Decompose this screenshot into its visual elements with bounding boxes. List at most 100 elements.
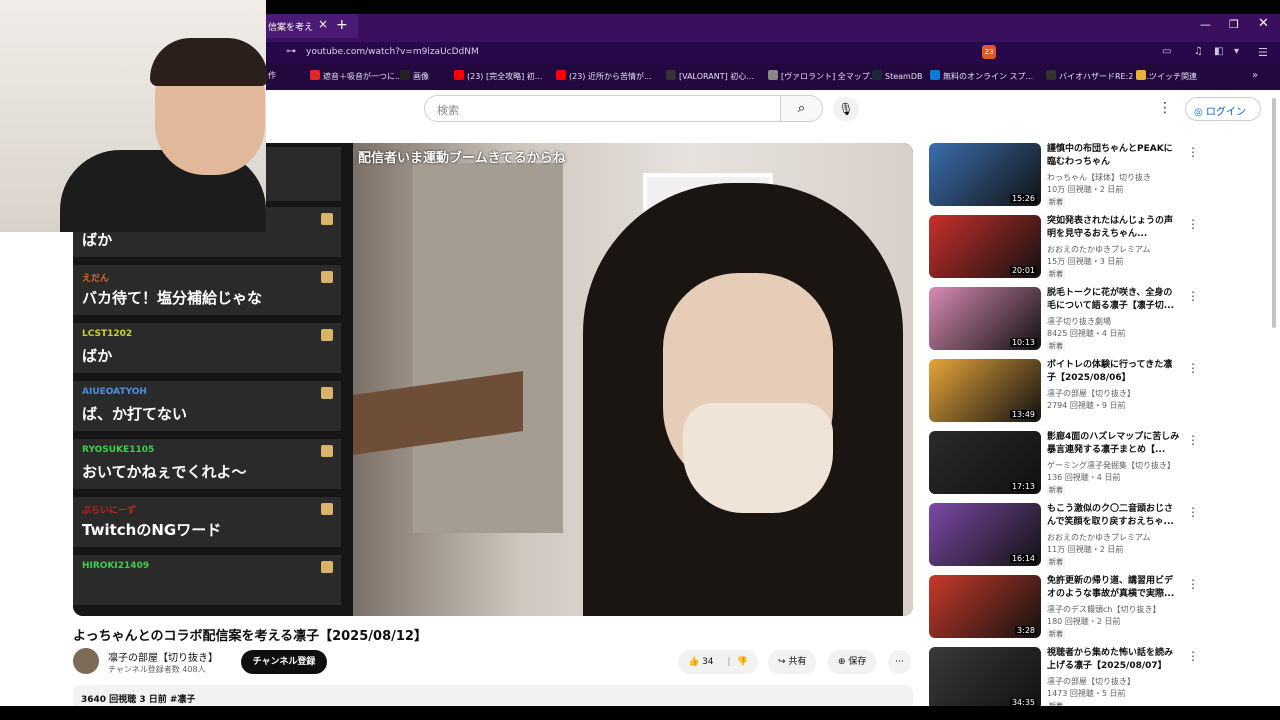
- search-button[interactable]: ⌕: [781, 95, 823, 122]
- video-channel: おおえのたかゆきプレミアム: [1047, 245, 1151, 254]
- recommended-video[interactable]: 20:01 突如発表されたはんじょうの声明を見守るおえちゃん... おおえのたかゆき…: [929, 215, 1274, 281]
- close-window-icon[interactable]: ✕: [1258, 16, 1269, 31]
- bookmark-item[interactable]: ツイッチ関連: [1136, 70, 1197, 82]
- video-thumbnail[interactable]: 20:01: [929, 215, 1041, 278]
- screen: { "browser": { "tab_title": "信案を考え", "ur…: [0, 0, 1280, 720]
- video-menu-icon[interactable]: ⋮: [1187, 361, 1199, 375]
- dislike-icon[interactable]: 👎: [737, 657, 748, 667]
- bookmark-cut[interactable]: 作: [268, 70, 276, 81]
- media-icon[interactable]: ♫: [1194, 46, 1203, 57]
- video-duration: 15:26: [1009, 194, 1037, 203]
- video-title-link[interactable]: 突如発表されたはんじょうの声明を見守るおえちゃん...: [1047, 215, 1181, 241]
- settings-kebab-icon[interactable]: ⋮: [1158, 100, 1172, 116]
- search-input[interactable]: 検索: [424, 95, 781, 122]
- chat-username: RYOSUKE1105: [82, 445, 155, 455]
- video-menu-icon[interactable]: ⋮: [1187, 217, 1199, 231]
- menu-icon[interactable]: ☰: [1258, 46, 1268, 59]
- chat-message: ぶらいにーず TwitchのNGワード: [73, 497, 341, 549]
- video-menu-icon[interactable]: ⋮: [1187, 145, 1199, 159]
- bookmark-item[interactable]: [VALORANT] 初心...: [666, 70, 754, 82]
- close-tab-icon[interactable]: ×: [318, 17, 328, 31]
- brave-shield-icon[interactable]: 23: [982, 45, 996, 59]
- bookmark-item[interactable]: 画像: [400, 70, 429, 82]
- chat-message: RYOSUKE1105 おいてかねぇでくれよ〜: [73, 439, 341, 491]
- bookmark-label: ツイッチ関連: [1149, 72, 1197, 81]
- new-tab-button[interactable]: +: [336, 17, 348, 33]
- share-button[interactable]: ↪ 共有: [768, 650, 817, 674]
- chat-text: ばか: [82, 231, 113, 249]
- video-title-link[interactable]: 免許更新の帰り道、講習用ビデオのような事故が真横で実際...: [1047, 575, 1181, 601]
- webcam-hair: [150, 38, 268, 86]
- scene-mask: [683, 403, 833, 513]
- scrollbar[interactable]: [1270, 92, 1278, 706]
- bookmark-label: 無料のオンライン スプ...: [943, 72, 1034, 81]
- chat-username: AIUEOATYOH: [82, 387, 147, 397]
- bookmark-cut-label: 作: [268, 71, 276, 80]
- sidebar-icon[interactable]: ◧: [1214, 46, 1223, 57]
- chat-text: バカ待て！塩分補給じゃな: [82, 289, 263, 307]
- bookmark-favicon-icon: [930, 70, 940, 80]
- like-icon[interactable]: 👍: [688, 657, 702, 667]
- video-menu-icon[interactable]: ⋮: [1187, 433, 1199, 447]
- channel-avatar[interactable]: [73, 648, 99, 674]
- chat-badge-icon: [321, 271, 333, 283]
- bookmark-label: (23) [完全攻略] 初...: [467, 72, 543, 81]
- video-thumbnail[interactable]: 10:13: [929, 287, 1041, 350]
- minimize-icon[interactable]: —: [1200, 18, 1211, 31]
- maximize-icon[interactable]: ❐: [1229, 18, 1239, 31]
- recommended-video[interactable]: 17:13 影廊4面のハズレマップに苦しみ暴言連発する凛子まとめ【... ゲーミング…: [929, 431, 1274, 497]
- bookmark-item[interactable]: 無料のオンライン スプ...: [930, 70, 1033, 82]
- video-menu-icon[interactable]: ⋮: [1187, 649, 1199, 663]
- wallet-icon[interactable]: ▾: [1234, 46, 1239, 57]
- chat-badge-icon: [321, 213, 333, 225]
- video-title-link[interactable]: 視聴者から集めた怖い話を読み上げる凛子【2025/08/07】: [1047, 647, 1181, 673]
- chat-badge-icon: [321, 561, 333, 573]
- recommended-video[interactable]: 3:28 免許更新の帰り道、講習用ビデオのような事故が真横で実際... 凛子のデス饅…: [929, 575, 1274, 641]
- video-meta: 11万 回視聴・2 日前: [1047, 545, 1124, 554]
- cast-icon[interactable]: ▭: [1162, 46, 1171, 57]
- more-actions-icon[interactable]: ⋯: [888, 650, 911, 674]
- video-title-link[interactable]: ボイトレの体験に行ってきた凛子【2025/08/06】: [1047, 359, 1181, 385]
- bookmark-item[interactable]: SteamDB: [872, 70, 922, 81]
- video-thumbnail[interactable]: 34:35: [929, 647, 1041, 710]
- video-meta: 180 回視聴・2 日前: [1047, 617, 1121, 626]
- search-placeholder: 検索: [437, 104, 459, 117]
- login-button[interactable]: ◎ ログイン: [1185, 97, 1261, 121]
- save-button[interactable]: ⊕ 保存: [828, 650, 877, 674]
- address-bar[interactable]: youtube.com/watch?v=m9lzaUcDdNM: [276, 44, 976, 62]
- recommended-video[interactable]: 13:49 ボイトレの体験に行ってきた凛子【2025/08/06】 凛子の部屋【切り…: [929, 359, 1274, 425]
- bookmark-item[interactable]: 遮音＋吸音が一つに...: [310, 70, 403, 82]
- more-bookmarks-icon[interactable]: »: [1252, 70, 1258, 81]
- video-menu-icon[interactable]: ⋮: [1187, 505, 1199, 519]
- new-badge: 新着: [1047, 485, 1065, 495]
- recommended-video[interactable]: 10:13 脱毛トークに花が咲き、全身の毛について語る凛子【凛子切... 凛子切り抜…: [929, 287, 1274, 353]
- video-thumbnail[interactable]: 17:13: [929, 431, 1041, 494]
- video-title-link[interactable]: 謹慎中の布団ちゃんとPEAKに臨むわっちゃん: [1047, 143, 1181, 169]
- chat-badge-icon: [321, 445, 333, 457]
- video-title-link[interactable]: 影廊4面のハズレマップに苦しみ暴言連発する凛子まとめ【...: [1047, 431, 1181, 457]
- chat-text: ばか: [82, 347, 113, 365]
- voice-search-button[interactable]: 🎙: [833, 97, 859, 121]
- bookmark-item[interactable]: (23) 近所から苦情が...: [556, 70, 652, 82]
- channel-name[interactable]: 凛子の部屋【切り抜き】: [108, 649, 218, 664]
- subscribe-button[interactable]: チャンネル登録: [241, 650, 327, 674]
- scroll-thumb[interactable]: [1272, 98, 1276, 328]
- bookmark-item[interactable]: (23) [完全攻略] 初...: [454, 70, 542, 82]
- chat-username: LCST1202: [82, 329, 133, 339]
- video-menu-icon[interactable]: ⋮: [1187, 577, 1199, 591]
- recommended-video[interactable]: 15:26 謹慎中の布団ちゃんとPEAKに臨むわっちゃん わっちゃん【球体】切り抜き…: [929, 143, 1274, 209]
- video-thumbnail[interactable]: 15:26: [929, 143, 1041, 206]
- recommended-video[interactable]: 16:14 もこう激似のク〇二音頭おじさんで笑顔を取り戻すおえちゃ... おおえのた…: [929, 503, 1274, 569]
- video-channel: 凛子のデス饅頭ch【切り抜き】: [1047, 605, 1161, 614]
- bookmark-item[interactable]: [ヴァロラント] 全マップ...: [768, 70, 877, 82]
- video-menu-icon[interactable]: ⋮: [1187, 289, 1199, 303]
- shield-count: 23: [984, 48, 994, 56]
- video-title-link[interactable]: もこう激似のク〇二音頭おじさんで笑顔を取り戻すおえちゃ...: [1047, 503, 1181, 529]
- video-thumbnail[interactable]: 13:49: [929, 359, 1041, 422]
- video-thumbnail[interactable]: 3:28: [929, 575, 1041, 638]
- recommended-video[interactable]: 34:35 視聴者から集めた怖い話を読み上げる凛子【2025/08/07】 凛子の部…: [929, 647, 1274, 713]
- chat-text: TwitchのNGワード: [82, 521, 222, 539]
- mic-icon: 🎙: [838, 102, 854, 116]
- video-thumbnail[interactable]: 16:14: [929, 503, 1041, 566]
- video-title-link[interactable]: 脱毛トークに花が咲き、全身の毛について語る凛子【凛子切...: [1047, 287, 1181, 313]
